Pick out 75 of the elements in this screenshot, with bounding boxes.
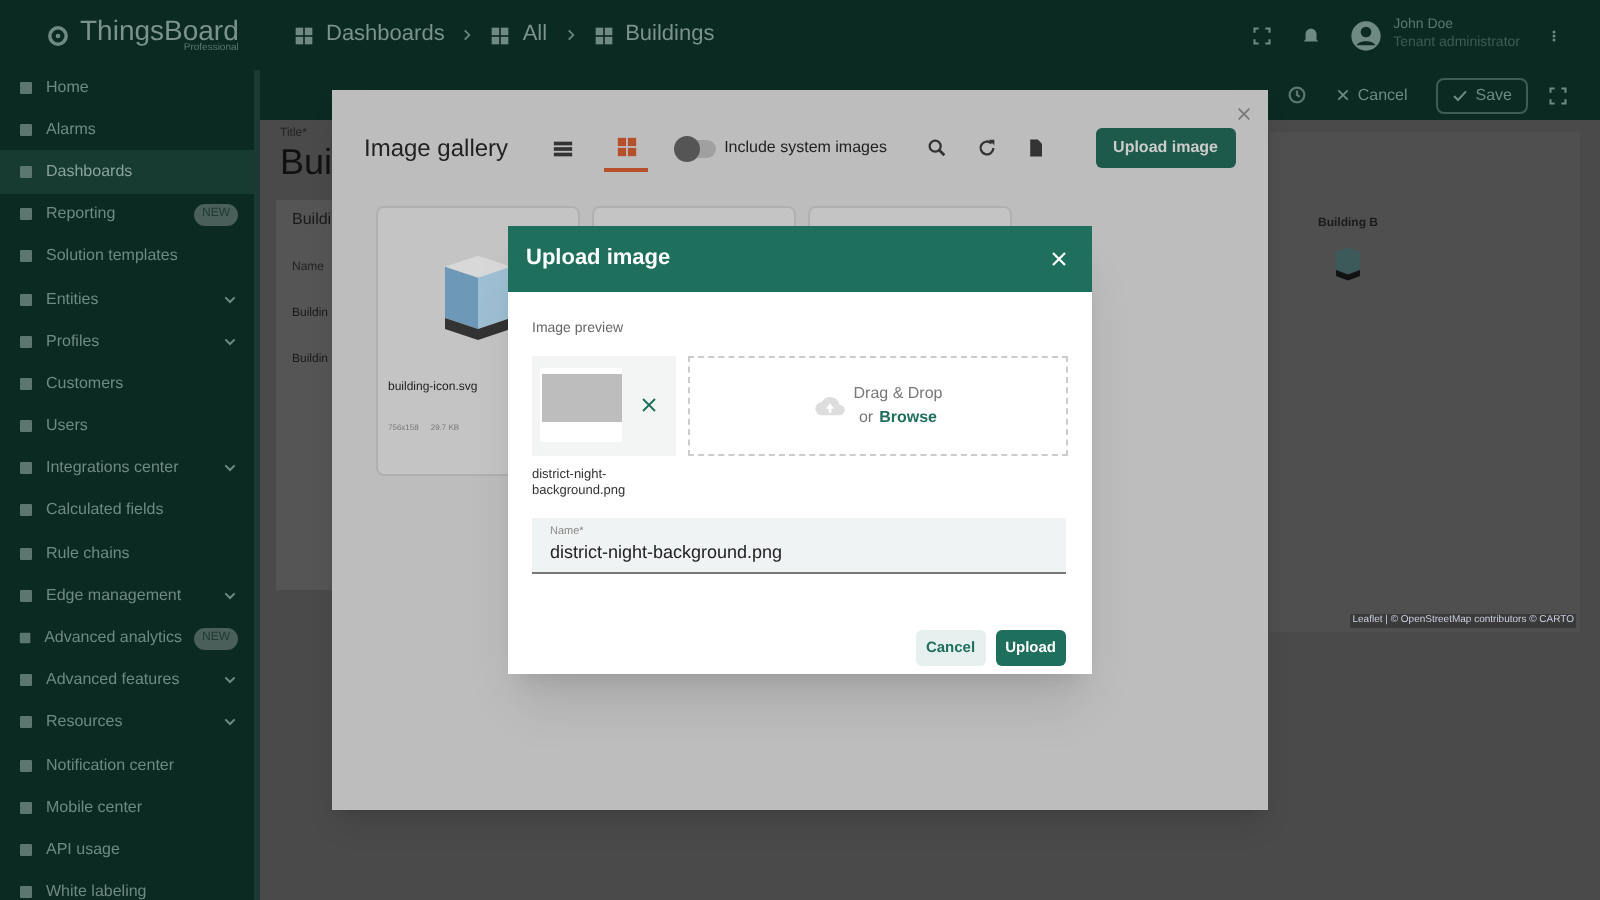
square-icon xyxy=(18,121,34,138)
square-icon xyxy=(18,375,34,392)
sidebar-item[interactable]: Integrations center xyxy=(0,447,254,490)
history-icon[interactable] xyxy=(1285,84,1308,106)
refresh-icon[interactable] xyxy=(976,136,999,160)
square-icon xyxy=(18,672,34,689)
sidebar-item[interactable]: Profiles xyxy=(0,320,254,363)
square-icon xyxy=(18,206,34,223)
close-icon xyxy=(1335,88,1350,102)
square-icon xyxy=(18,884,34,900)
sidebar-item[interactable]: Users xyxy=(0,405,254,448)
square-icon xyxy=(18,841,34,858)
grid-icon xyxy=(294,25,314,45)
square-icon xyxy=(18,79,34,96)
breadcrumb-link[interactable]: Dashboards xyxy=(326,18,445,52)
square-icon xyxy=(18,248,34,265)
sidebar-item[interactable]: Advanced features xyxy=(0,659,254,702)
chevron-right-icon xyxy=(460,28,475,42)
upload-image-button[interactable]: Upload image xyxy=(1095,128,1236,168)
sidebar-item[interactable]: Customers xyxy=(0,362,254,405)
breadcrumb-link[interactable]: All xyxy=(522,18,548,52)
fullscreen-icon[interactable] xyxy=(1251,25,1272,45)
fullscreen-icon[interactable] xyxy=(1548,85,1568,105)
sidebar-item[interactable]: Mobile center xyxy=(0,786,254,829)
breadcrumb-link[interactable]: Buildings xyxy=(625,18,715,52)
square-icon xyxy=(18,545,34,562)
square-icon xyxy=(18,418,34,435)
name-input[interactable]: district-night-background.png xyxy=(550,539,1066,567)
grid-icon xyxy=(490,25,511,45)
avatar-icon[interactable] xyxy=(1349,19,1382,51)
square-icon xyxy=(18,163,34,180)
sidebar-item[interactable]: Solution templates xyxy=(0,235,254,278)
image-thumbnail xyxy=(541,374,621,422)
widget-title: Buildi xyxy=(292,208,334,232)
chevron-right-icon xyxy=(563,28,578,42)
file-icon[interactable] xyxy=(1026,136,1048,160)
square-icon xyxy=(18,757,34,774)
square-icon xyxy=(18,714,34,731)
cancel-button[interactable]: Cancel xyxy=(1327,77,1416,113)
drop-zone[interactable]: Drag & Drop or Browse xyxy=(688,355,1068,455)
sidebar-item[interactable]: Entities xyxy=(0,277,254,321)
sidebar-item[interactable]: Rule chains xyxy=(0,532,254,575)
list-icon xyxy=(551,137,574,159)
sidebar-item[interactable]: Notification center xyxy=(0,744,254,787)
drop-text: Drag & Drop xyxy=(853,381,943,405)
sidebar-item[interactable]: Calculated fields xyxy=(0,489,254,533)
toggle-label: Include system images xyxy=(724,136,887,160)
grid-icon xyxy=(593,25,614,45)
sidebar-item[interactable]: Alarms xyxy=(0,108,254,151)
sidebar-item[interactable]: API usage xyxy=(0,828,254,872)
logo-text: ThingsBoard xyxy=(80,16,239,44)
sidebar-item[interactable]: Resources xyxy=(0,701,254,744)
square-icon xyxy=(18,291,34,308)
square-icon xyxy=(18,502,34,519)
square-icon xyxy=(18,333,34,350)
dialog-title: Image gallery xyxy=(364,132,509,166)
building-icon[interactable] xyxy=(1330,242,1366,286)
square-icon xyxy=(18,799,34,816)
sidebar-item[interactable]: Home xyxy=(0,66,254,109)
search-icon[interactable] xyxy=(926,136,949,160)
square-icon xyxy=(18,460,34,477)
sidebar-item[interactable]: White labeling xyxy=(0,871,254,900)
grid-icon xyxy=(615,135,638,157)
save-button[interactable]: Save xyxy=(1435,77,1528,113)
square-icon xyxy=(18,630,33,647)
sidebar-item[interactable]: Edge management xyxy=(0,574,254,617)
or-text: or xyxy=(858,405,874,429)
dashboard-title: Bui xyxy=(280,144,335,180)
sidebar-item[interactable]: Dashboards xyxy=(0,150,254,194)
toggle-switch[interactable] xyxy=(676,139,717,157)
close-icon[interactable] xyxy=(640,396,658,414)
browse-link[interactable]: Browse xyxy=(879,405,938,429)
bell-icon[interactable] xyxy=(1299,24,1322,46)
check-icon xyxy=(1451,87,1468,103)
square-icon xyxy=(18,587,34,604)
